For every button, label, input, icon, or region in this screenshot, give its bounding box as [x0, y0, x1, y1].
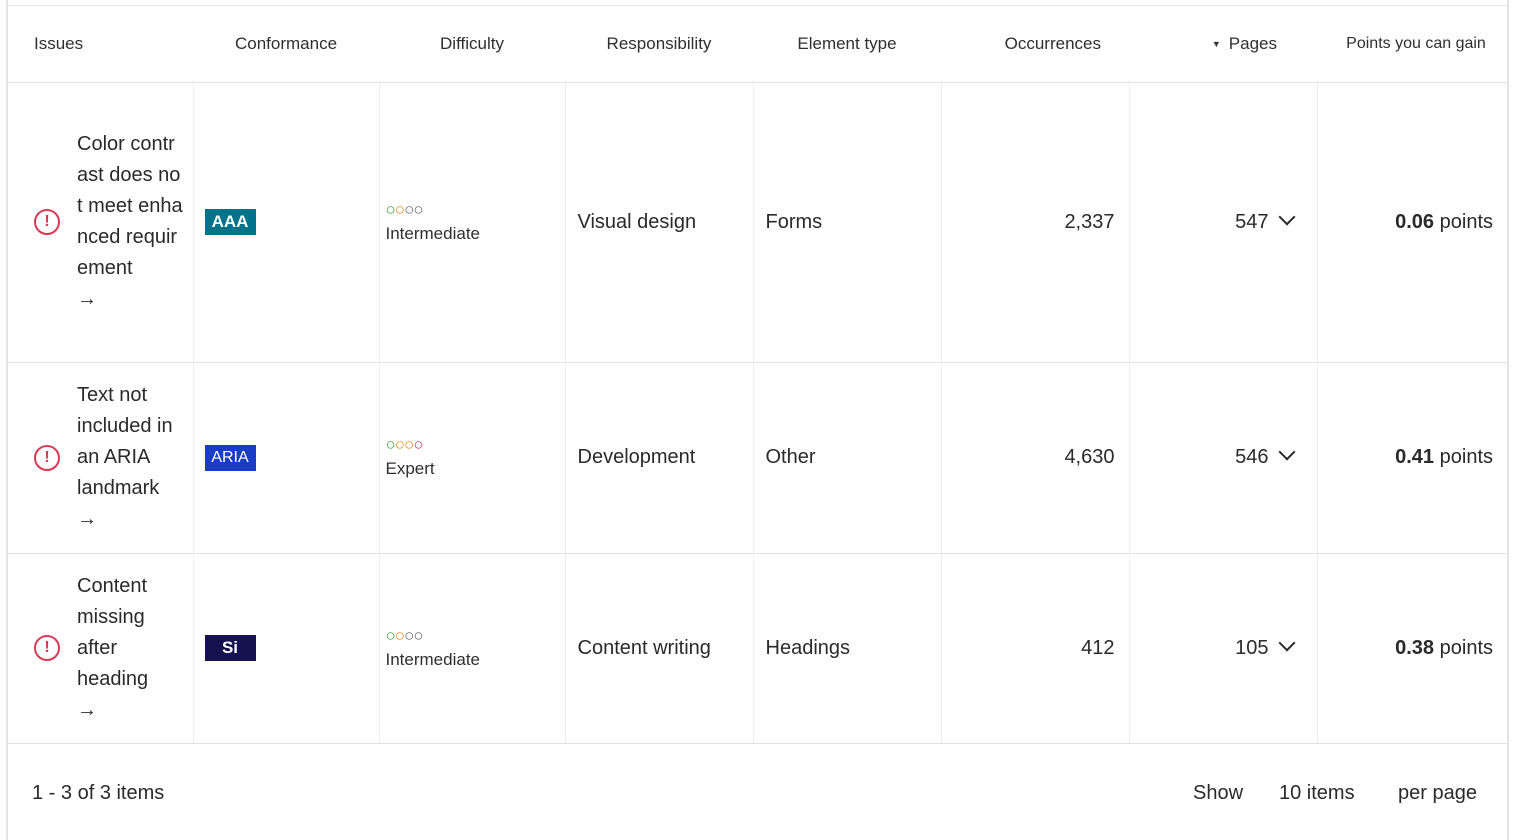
- chevron-down-icon[interactable]: [1278, 443, 1295, 461]
- points-unit: points: [1439, 446, 1493, 468]
- pagination-range: 1 - 3 of 3 items: [32, 782, 165, 804]
- table-header-row: Issues Conformance Difficulty Responsibi…: [7, 6, 1507, 82]
- column-header-responsibility[interactable]: Responsibility: [565, 6, 753, 82]
- warning-icon: !: [34, 635, 60, 661]
- table-row: ! Color contrast does not meet enhanced …: [7, 81, 1507, 362]
- per-page-label: per page: [1398, 782, 1477, 804]
- chevron-down-icon[interactable]: [1278, 208, 1295, 225]
- pages-count: 546: [1235, 446, 1269, 468]
- issue-cell: ! Color contrast does not meet enhanced …: [7, 81, 193, 362]
- column-header-pages[interactable]: ▼ Pages: [1129, 6, 1317, 82]
- conformance-cell: AAA: [192, 81, 379, 362]
- issue-cell: ! Text not included in an ARIA landmark …: [7, 361, 193, 553]
- pages-cell[interactable]: 546: [1128, 361, 1317, 553]
- occurrences-cell: 412: [940, 552, 1129, 744]
- column-header-occurrences[interactable]: Occurrences: [941, 6, 1129, 82]
- warning-icon: !: [34, 444, 60, 471]
- pages-count: 105: [1235, 636, 1269, 659]
- element-type-cell: Other: [752, 361, 941, 553]
- points-cell: 0.41 points: [1316, 361, 1507, 553]
- issue-title: Color contrast does not meet enhanced re…: [77, 133, 183, 279]
- arrow-right-icon: →: [77, 698, 97, 721]
- difficulty-cell: ○○○○ Intermediate: [378, 81, 565, 362]
- conformance-badge: Si: [204, 635, 256, 661]
- column-header-pages-label: Pages: [1228, 33, 1277, 53]
- column-header-issues[interactable]: Issues: [7, 6, 193, 82]
- points-cell: 0.06 points: [1316, 81, 1507, 362]
- points-value: 0.06: [1395, 210, 1435, 233]
- pages-count: 547: [1235, 210, 1269, 233]
- issue-title: Text not included in an ARIA landmark: [77, 384, 173, 499]
- difficulty-cell: ○○○○ Intermediate: [378, 552, 565, 744]
- table-row: ! Content missing after heading → Si ○○○…: [7, 552, 1507, 744]
- occurrences-cell: 4,630: [940, 361, 1129, 553]
- difficulty-label: Expert: [385, 459, 435, 478]
- conformance-badge: ARIA: [204, 444, 256, 471]
- sort-descending-icon: ▼: [1211, 38, 1221, 49]
- points-value: 0.41: [1395, 446, 1435, 468]
- conformance-badge: AAA: [204, 209, 256, 235]
- difficulty-label: Intermediate: [385, 223, 481, 243]
- conformance-cell: Si: [192, 552, 379, 744]
- chevron-down-icon[interactable]: [1278, 634, 1295, 651]
- points-cell: 0.38 points: [1316, 552, 1507, 744]
- column-header-conformance[interactable]: Conformance: [193, 6, 379, 82]
- responsibility-cell: Visual design: [564, 81, 753, 362]
- pages-cell[interactable]: 105: [1128, 552, 1317, 744]
- column-header-element-type[interactable]: Element type: [753, 6, 941, 82]
- difficulty-label: Intermediate: [385, 649, 481, 669]
- pagination-footer: 1 - 3 of 3 items Show 10 items per page: [7, 746, 1507, 840]
- page-size-select[interactable]: 10 items: [1279, 782, 1355, 805]
- arrow-right-icon: →: [77, 288, 97, 310]
- issue-link[interactable]: Content missing after heading →: [77, 571, 185, 726]
- column-header-difficulty[interactable]: Difficulty: [379, 6, 565, 82]
- difficulty-dots-icon: ○○○○: [385, 199, 424, 219]
- column-header-points[interactable]: Points you can gain: [1317, 6, 1507, 82]
- element-type-cell: Forms: [752, 81, 941, 362]
- difficulty-dots-icon: ○○○○: [385, 625, 424, 645]
- occurrences-cell: 2,337: [940, 81, 1129, 362]
- issue-cell: ! Content missing after heading →: [7, 552, 193, 744]
- element-type-cell: Headings: [752, 552, 941, 744]
- pages-cell[interactable]: 547: [1128, 81, 1317, 362]
- conformance-cell: ARIA: [192, 361, 379, 553]
- points-unit: points: [1439, 210, 1493, 233]
- warning-icon: !: [34, 209, 60, 235]
- difficulty-dots-icon: ○○○○: [385, 435, 424, 454]
- issue-link[interactable]: Text not included in an ARIA landmark →: [77, 380, 185, 535]
- responsibility-cell: Content writing: [564, 552, 753, 744]
- points-value: 0.38: [1395, 636, 1435, 659]
- issue-title: Content missing after heading: [77, 574, 149, 690]
- responsibility-cell: Development: [564, 361, 753, 553]
- issues-table: Issues Conformance Difficulty Responsibi…: [7, 6, 1507, 744]
- table-row: ! Text not included in an ARIA landmark …: [7, 361, 1507, 553]
- points-unit: points: [1439, 636, 1493, 659]
- page-size-label: Show: [1193, 782, 1244, 804]
- issue-link[interactable]: Color contrast does not meet enhanced re…: [77, 129, 185, 315]
- difficulty-cell: ○○○○ Expert: [378, 361, 565, 553]
- arrow-right-icon: →: [77, 508, 97, 530]
